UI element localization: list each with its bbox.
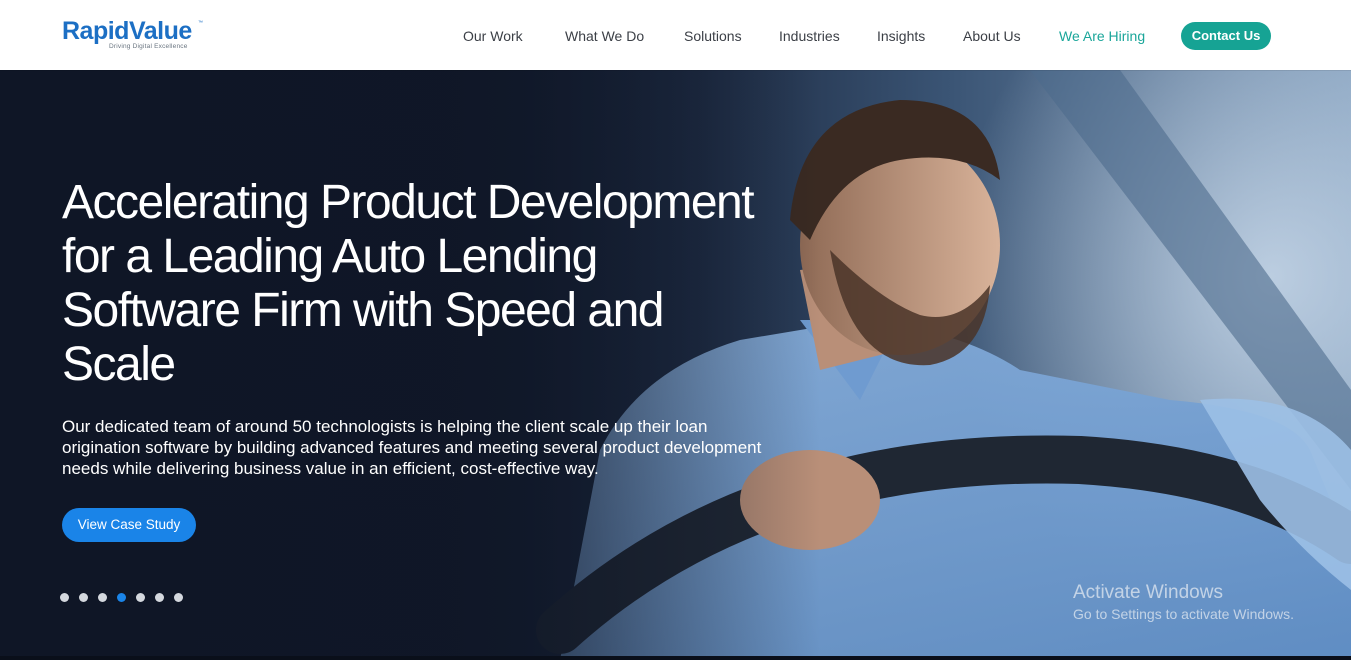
watermark-title: Activate Windows <box>1073 582 1223 603</box>
watermark-subtitle: Go to Settings to activate Windows. <box>1073 606 1294 622</box>
nav-item-insights[interactable]: Insights <box>877 28 925 44</box>
nav-item-our-work[interactable]: Our Work <box>463 28 523 44</box>
contact-us-button[interactable]: Contact Us <box>1181 22 1271 50</box>
brand-name: RapidValue <box>62 17 192 45</box>
nav-item-industries[interactable]: Industries <box>779 28 840 44</box>
carousel-dot-1[interactable] <box>60 593 69 602</box>
brand-logo[interactable]: RapidValue ™ Driving Digital Excellence <box>62 17 203 50</box>
carousel-dot-6[interactable] <box>155 593 164 602</box>
hero-banner: Accelerating Product Development for a L… <box>0 70 1351 660</box>
carousel-dot-5[interactable] <box>136 593 145 602</box>
carousel-dot-2[interactable] <box>79 593 88 602</box>
nav-item-we-are-hiring[interactable]: We Are Hiring <box>1059 28 1145 44</box>
nav-item-solutions[interactable]: Solutions <box>684 28 742 44</box>
site-header: RapidValue ™ Driving Digital Excellence … <box>0 0 1351 70</box>
view-case-study-button[interactable]: View Case Study <box>62 508 196 542</box>
carousel-dot-3[interactable] <box>98 593 107 602</box>
activate-windows-watermark: Activate Windows Go to Settings to activ… <box>1073 582 1294 624</box>
hero-description: Our dedicated team of around 50 technolo… <box>62 417 762 478</box>
hero-headline: Accelerating Product Development for a L… <box>62 176 755 391</box>
nav-item-what-we-do[interactable]: What We Do <box>565 28 644 44</box>
brand-tagline: Driving Digital Excellence <box>109 43 188 50</box>
page-bottom-edge <box>0 656 1351 660</box>
carousel-dot-4[interactable] <box>117 593 126 602</box>
brand-trademark: ™ <box>198 20 203 26</box>
carousel-dot-7[interactable] <box>174 593 183 602</box>
nav-item-about-us[interactable]: About Us <box>963 28 1021 44</box>
